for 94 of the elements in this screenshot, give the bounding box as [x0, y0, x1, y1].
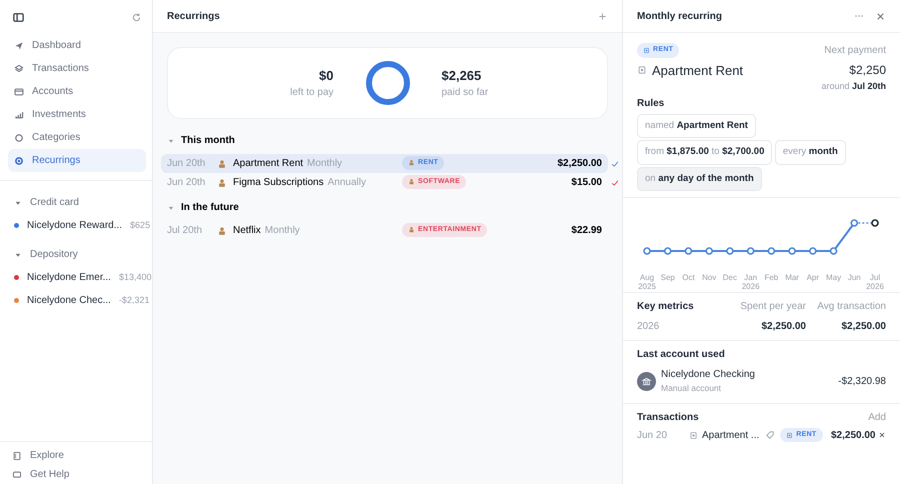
recurring-icon	[14, 156, 24, 166]
metric-value: $2,250.00	[760, 320, 806, 334]
remove-button[interactable]	[878, 431, 886, 439]
merchant-icon	[217, 226, 227, 236]
rule-chip[interactable]: from $1,875.00 to $2,700.00	[637, 140, 772, 164]
axis-label: Jul 2026	[866, 273, 884, 292]
footer-link[interactable]: Get Help	[8, 465, 146, 484]
row-name: Netflix	[233, 224, 261, 238]
row-frequency: Monthly	[307, 157, 342, 171]
amount-left: $0	[318, 66, 334, 85]
nav-item[interactable]: Investments	[8, 103, 146, 126]
section-title: Transactions	[637, 411, 699, 425]
layers-icon	[14, 64, 24, 74]
rule-chip[interactable]: on any day of the month	[637, 167, 762, 192]
add-button[interactable]	[597, 10, 608, 22]
axis-label: Feb	[764, 273, 778, 282]
card-icon	[14, 86, 24, 96]
close-icon	[878, 431, 886, 439]
bank-icon	[641, 376, 652, 387]
section-title: Rules	[637, 97, 666, 111]
footer-link[interactable]: Explore	[8, 446, 146, 465]
account-type: Manual account	[661, 382, 722, 395]
account-balance: -$2,320.98	[838, 374, 886, 389]
close-button[interactable]	[875, 10, 886, 22]
next-amount: $2,250	[849, 62, 886, 80]
transaction-date: Jun 20	[637, 428, 668, 442]
close-icon	[875, 10, 886, 22]
panel-title: Monthly recurring	[637, 10, 722, 24]
rule-chip[interactable]: every month	[774, 140, 846, 164]
sidebar-toggle-button[interactable]	[12, 11, 25, 24]
bar-chart-icon	[14, 110, 24, 120]
axis-label: Sep	[660, 273, 675, 282]
send-icon	[14, 40, 24, 50]
axis-label: Oct	[682, 273, 695, 282]
axis-label: Mar	[785, 273, 799, 282]
amount-label: paid so far	[442, 86, 490, 100]
group-header[interactable]: Depository	[8, 243, 146, 266]
account-name[interactable]: Nicelydone Emer...	[27, 270, 111, 285]
recurring-name: Apartment Rent	[652, 62, 744, 80]
column-header: Spent per year	[739, 300, 806, 314]
metric-value: $2,250.00	[840, 320, 886, 334]
row-amount: $22.99	[570, 224, 602, 238]
panel-title: Recurrings	[167, 10, 220, 24]
panel-icon	[12, 11, 25, 24]
chat-icon	[12, 470, 22, 480]
axis-label: Dec	[722, 273, 738, 282]
amount-paid: $2,265	[442, 66, 482, 85]
row-amount: $15.00	[570, 176, 602, 190]
circle-icon	[14, 132, 24, 142]
row-date: Jun 20th	[167, 176, 206, 190]
merchant-icon	[217, 178, 227, 188]
next-payment-label: Next payment	[824, 44, 886, 58]
row-name: Apartment Rent	[233, 157, 304, 171]
account-name[interactable]: Nicelydone Chec...	[27, 293, 111, 308]
transaction-amount: $2,250.00	[831, 428, 876, 442]
account-name[interactable]: Nicelydone Reward...	[27, 218, 122, 233]
section-title: Key metrics	[637, 300, 695, 314]
nav-item[interactable]: Categories	[8, 126, 146, 149]
row-amount: $2,250.00	[556, 157, 602, 171]
axis-label: Apr	[806, 273, 820, 282]
book-icon	[12, 450, 22, 460]
rule-chip[interactable]: named Apartment Rent	[637, 114, 756, 138]
amount-label: left to pay	[289, 86, 334, 100]
merchant-icon	[217, 158, 227, 168]
section-header[interactable]: In the future	[153, 192, 622, 221]
row-date: Jun 20th	[167, 157, 206, 171]
around-label: around	[821, 81, 850, 91]
refresh-icon	[131, 12, 142, 23]
metric-year: 2026	[637, 320, 660, 334]
section-header[interactable]: This month	[153, 125, 622, 154]
row-name: Figma Subscriptions	[233, 176, 324, 190]
nav-item[interactable]: Transactions	[8, 57, 146, 80]
nav-item[interactable]: Recurrings	[8, 149, 146, 172]
section-title: Last account used	[637, 348, 726, 362]
row-date: Jul 20th	[167, 224, 204, 238]
row-frequency: Annually	[328, 176, 366, 190]
nav-item[interactable]: Accounts	[8, 80, 146, 103]
axis-label: Jan 2026	[742, 273, 760, 292]
axis-label: May	[826, 273, 842, 282]
axis-label: Nov	[702, 273, 716, 282]
refresh-button[interactable]	[131, 12, 142, 23]
plus-icon	[597, 10, 608, 22]
next-date: Jul 20th	[852, 81, 886, 91]
account-balance: -$2,321	[118, 294, 150, 307]
account-balance: $625	[130, 218, 150, 232]
row-frequency: Monthly	[264, 224, 300, 238]
nav-item[interactable]: Dashboard	[8, 34, 146, 57]
transaction-name: Apartment ...	[702, 428, 760, 442]
column-header: Avg transaction	[816, 300, 886, 314]
account-balance: $13,400	[118, 270, 152, 284]
axis-label: Aug 2025	[638, 273, 656, 292]
axis-label: Jun	[848, 273, 861, 282]
group-header[interactable]: Credit card	[8, 191, 146, 214]
account-name: Nicelydone Checking	[661, 368, 756, 382]
